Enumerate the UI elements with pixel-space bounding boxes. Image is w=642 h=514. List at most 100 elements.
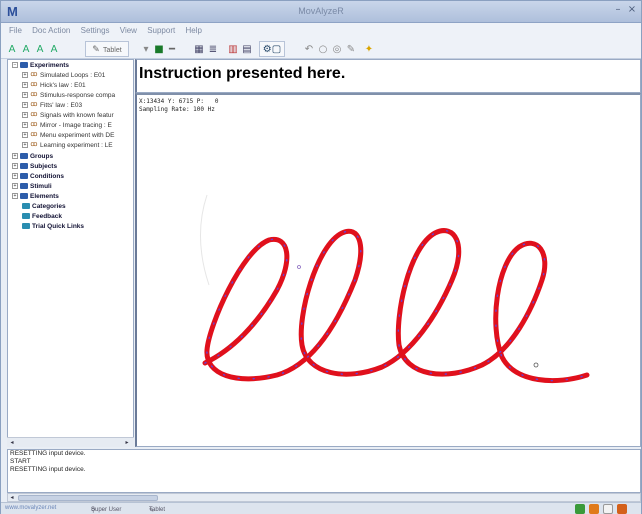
tray-green-icon[interactable] [575, 504, 585, 514]
folder-icon [20, 183, 28, 190]
tree-experiment-item[interactable]: + ꝏ Simulated Loops : E01 [22, 71, 105, 81]
target-icon[interactable]: ◎ [331, 41, 343, 57]
expand-icon[interactable]: + [12, 173, 18, 180]
list-icon[interactable]: ≣ [207, 41, 219, 57]
status-tool-2-label: Tablet [149, 507, 166, 513]
caret-icon[interactable]: ▾ [141, 41, 151, 57]
record-icon[interactable]: ■ [153, 41, 165, 57]
tree-label: Fitts' law : E03 [40, 102, 83, 109]
website-link[interactable]: www.movalyzer.net [5, 505, 56, 511]
tray-orange-icon[interactable] [589, 504, 599, 514]
tree-elements[interactable]: + Elements [12, 192, 59, 202]
log-horizontal-scrollbar[interactable]: ◂ [7, 493, 641, 502]
experiment-icon: ꝏ [30, 81, 38, 89]
font-a4-icon[interactable]: A [47, 41, 61, 57]
expand-icon[interactable]: + [12, 163, 18, 170]
collapse-icon[interactable]: − [12, 62, 18, 69]
experiment-icon: ꝏ [30, 121, 38, 129]
font-a3-icon[interactable]: A [33, 41, 47, 57]
minimize-icon[interactable]: – [611, 3, 625, 17]
menu-settings[interactable]: Settings [81, 26, 110, 35]
menu-doc-action[interactable]: Doc Action [32, 26, 70, 35]
tree-label: Hick's law : E01 [40, 82, 86, 89]
expand-icon[interactable]: + [22, 112, 28, 119]
expand-icon[interactable]: + [12, 183, 18, 190]
tablet-label: Tablet [103, 47, 122, 54]
help-bulb-icon[interactable]: ✦ [363, 41, 375, 57]
tree-groups[interactable]: + Groups [12, 152, 53, 162]
close-icon[interactable]: × [625, 3, 639, 17]
menu-support[interactable]: Support [147, 26, 175, 35]
dash-icon[interactable]: ━ [165, 41, 179, 57]
menu-view[interactable]: View [120, 26, 137, 35]
tray-white-icon[interactable] [603, 504, 613, 514]
experiment-icon: ꝏ [30, 131, 38, 139]
menu-bar: File Doc Action Settings View Support He… [1, 23, 641, 39]
scroll-right-icon[interactable]: ▸ [123, 439, 131, 447]
tree-label: Trial Quick Links [32, 223, 85, 230]
pen-point-marker [297, 265, 301, 269]
tree-conditions[interactable]: + Conditions [12, 172, 64, 182]
settings-icon[interactable]: ⚙▢ [259, 41, 285, 57]
tree-experiment-item[interactable]: + ꝏ Learning experiment : LE [22, 141, 113, 151]
tree-stimuli[interactable]: + Stimuli [12, 182, 52, 192]
pen-trace-shadow [200, 194, 210, 286]
tree-label: Mirror - Image tracing : E [40, 122, 112, 129]
tree-experiment-item[interactable]: + ꝏ Fitts' law : E03 [22, 101, 82, 111]
pen-trace [202, 228, 590, 384]
tree-horizontal-scrollbar[interactable]: ◂ ▸ [7, 437, 134, 447]
tablet-button[interactable]: ✎ Tablet [85, 41, 129, 57]
window-title: MovAlyzeR [298, 6, 344, 16]
tree-feedback[interactable]: Feedback [22, 212, 62, 222]
tree-experiment-item[interactable]: + ꝏ Menu experiment with DE [22, 131, 114, 141]
expand-icon[interactable]: + [22, 122, 28, 129]
scroll-left-icon[interactable]: ◂ [8, 439, 16, 447]
circle-icon[interactable]: ○ [317, 41, 329, 57]
undo-icon[interactable]: ↶ [303, 41, 315, 57]
font-a2-icon[interactable]: A [19, 41, 33, 57]
experiment-icon: ꝏ [30, 141, 38, 149]
menu-file[interactable]: File [9, 26, 22, 35]
folder-icon [22, 203, 30, 210]
tree-experiment-item[interactable]: + ꝏ Stimulus-response compa [22, 91, 115, 101]
toolbar: A A A A ✎ Tablet ▾ ■ ━ ▦ ≣ ▥ ▤ ⚙▢ ↶ ○ ◎ … [1, 39, 641, 59]
tray-flag-icon[interactable] [617, 504, 627, 514]
tree-experiment-item[interactable]: + ꝏ Signals with known featur [22, 111, 114, 121]
expand-icon[interactable]: + [12, 193, 18, 200]
folder-icon [20, 153, 28, 160]
instruction-text: Instruction presented here. [139, 65, 346, 82]
title-bar: M MovAlyzeR – × [1, 1, 641, 23]
scroll-thumb[interactable] [18, 495, 158, 501]
drawing-canvas[interactable]: X:13434 Y: 6715 P: 0 Sampling Rate: 100 … [135, 93, 641, 447]
expand-icon[interactable]: + [22, 72, 28, 79]
tree-label: Stimulus-response compa [40, 92, 116, 99]
expand-icon[interactable]: + [22, 142, 28, 149]
table-icon[interactable]: ▤ [241, 41, 253, 57]
menu-help[interactable]: Help [185, 26, 201, 35]
tree-experiment-item[interactable]: + ꝏ Mirror - Image tracing : E [22, 121, 112, 131]
expand-icon[interactable]: + [12, 153, 18, 160]
tree-subjects[interactable]: + Subjects [12, 162, 57, 172]
expand-icon[interactable]: + [22, 132, 28, 139]
expand-icon[interactable]: + [22, 82, 28, 89]
tree-label: Learning experiment : LE [40, 142, 113, 149]
tree-experiments[interactable]: − Experiments [12, 61, 69, 71]
expand-icon[interactable]: + [22, 102, 28, 109]
experiment-icon: ꝏ [30, 71, 38, 79]
instruction-panel: Instruction presented here. [135, 59, 641, 93]
log-panel: RESETTING input device. START RESETTING … [7, 449, 641, 493]
scroll-left-icon[interactable]: ◂ [8, 494, 16, 502]
tree-categories[interactable]: Categories [22, 202, 66, 212]
edit-icon[interactable]: ✎ [345, 41, 357, 57]
tree-label: Conditions [30, 173, 64, 180]
chart-icon[interactable]: ▥ [227, 41, 239, 57]
handwriting-trace [200, 194, 590, 384]
font-a1-icon[interactable]: A [5, 41, 19, 57]
tree-quick-links[interactable]: Trial Quick Links [22, 222, 84, 232]
tree-label: Menu experiment with DE [40, 132, 115, 139]
tree-experiment-item[interactable]: + ꝏ Hick's law : E01 [22, 81, 86, 91]
folder-icon [20, 163, 28, 170]
tree-label: Subjects [30, 163, 58, 170]
expand-icon[interactable]: + [22, 92, 28, 99]
grid-icon[interactable]: ▦ [193, 41, 205, 57]
